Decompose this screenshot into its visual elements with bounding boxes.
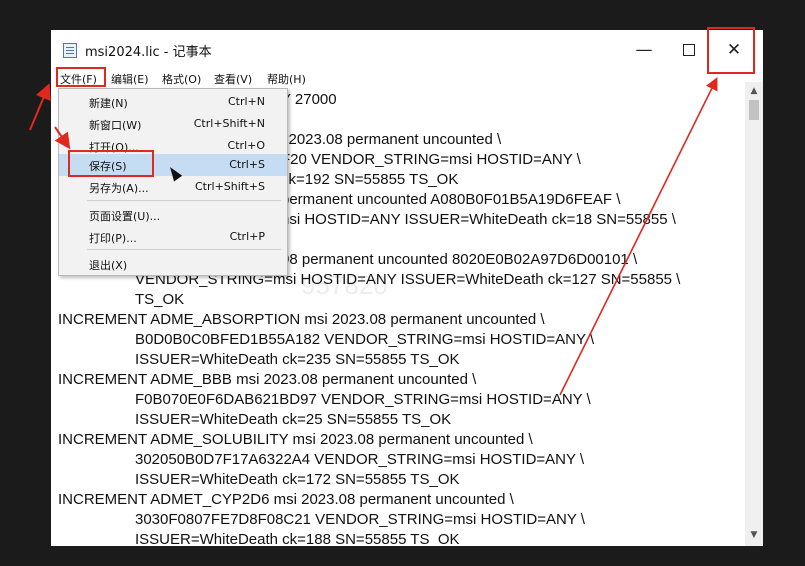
menu-item-label: 打开(O)... <box>89 141 139 154</box>
menu-item-new[interactable]: 新建(N) Ctrl+N <box>59 91 287 113</box>
menu-item-label: 另存为(A)... <box>89 182 149 195</box>
menu-item-new-window[interactable]: 新窗口(W) Ctrl+Shift+N <box>59 113 287 135</box>
text-line: 302050B0D7F17A6322A4 VENDOR_STRING=msi H… <box>135 451 585 468</box>
menu-separator <box>87 249 281 250</box>
menu-item-shortcut: Ctrl+P <box>229 230 265 243</box>
watermark: 957820 <box>301 270 388 300</box>
text-line: B0D0B0C0BFED1B55A182 VENDOR_STRING=msi H… <box>135 331 595 348</box>
text-line: nsi HOSTID=ANY ISSUER=WhiteDeath ck=18 S… <box>281 211 676 228</box>
menu-format[interactable]: 格式(O) <box>162 71 201 89</box>
menu-item-shortcut: Ctrl+S <box>229 158 265 171</box>
scroll-up-icon[interactable]: ▲ <box>745 84 763 98</box>
menu-item-label: 退出(X) <box>89 259 128 272</box>
text-line: F0B070E0F6DAB621BD97 VENDOR_STRING=msi H… <box>135 391 591 408</box>
menu-item-print[interactable]: 打印(P)... Ctrl+P <box>59 226 287 248</box>
text-line: ISSUER=WhiteDeath ck=235 SN=55855 TS_OK <box>135 351 460 368</box>
text-line: F20 VENDOR_STRING=msi HOSTID=ANY \ <box>281 151 581 168</box>
scroll-down-icon[interactable]: ▼ <box>745 528 763 542</box>
close-button[interactable]: ✕ <box>711 30 757 70</box>
text-line: ISSUER=WhiteDeath ck=188 SN=55855 TS_OK <box>135 531 460 546</box>
menu-edit[interactable]: 编辑(E) <box>111 71 149 89</box>
menu-view[interactable]: 查看(V) <box>214 71 252 89</box>
text-line: 08 permanent uncounted 8020E0B02A97D6D00… <box>281 251 638 268</box>
menu-item-shortcut: Ctrl+N <box>227 95 265 108</box>
menu-item-shortcut: Ctrl+Shift+S <box>195 180 265 193</box>
text-line: ISSUER=WhiteDeath ck=172 SN=55855 TS_OK <box>135 471 460 488</box>
menu-item-label: 打印(P)... <box>89 232 137 245</box>
menu-file[interactable]: 文件(F) <box>60 71 97 89</box>
minimize-button[interactable]: — <box>621 30 667 70</box>
scroll-thumb[interactable] <box>749 100 759 120</box>
text-line: INCREMENT ADMET_CYP2D6 msi 2023.08 perma… <box>58 491 514 508</box>
arrow-to-file-menu <box>29 83 51 131</box>
text-line: INCREMENT ADME_BBB msi 2023.08 permanent… <box>58 371 477 388</box>
text-line: ck=192 SN=55855 TS_OK <box>281 171 459 188</box>
maximize-icon <box>683 44 695 56</box>
maximize-button[interactable] <box>666 30 712 70</box>
menu-item-label: 页面设置(U)... <box>89 210 161 223</box>
text-line: INCREMENT ADME_SOLUBILITY msi 2023.08 pe… <box>58 431 533 448</box>
menu-item-label: 保存(S) <box>89 160 127 173</box>
menu-help[interactable]: 帮助(H) <box>267 71 306 89</box>
menu-separator <box>87 200 281 201</box>
text-line: INCREMENT ADME_ABSORPTION msi 2023.08 pe… <box>58 311 545 328</box>
notepad-icon <box>63 43 77 58</box>
file-menu-dropdown: 新建(N) Ctrl+N 新窗口(W) Ctrl+Shift+N 打开(O)..… <box>58 88 288 276</box>
window-title: msi2024.lic - 记事本 <box>85 45 212 60</box>
text-line: permanent uncounted A080B0F01B5A19D6FEAF… <box>281 191 621 208</box>
menu-item-label: 新窗口(W) <box>89 119 142 132</box>
menu-item-page-setup[interactable]: 页面设置(U)... <box>59 204 287 226</box>
menu-item-shortcut: Ctrl+O <box>227 139 265 152</box>
vertical-scrollbar[interactable]: ▲ ▼ <box>745 82 763 546</box>
text-line: Y 27000 <box>281 91 337 108</box>
title-bar[interactable]: msi2024.lic - 记事本 — ✕ <box>51 30 763 70</box>
menu-item-shortcut: Ctrl+Shift+N <box>193 117 265 130</box>
text-line: 3030F0807FE7D8F08C21 VENDOR_STRING=msi H… <box>135 511 585 528</box>
text-line: TS_OK <box>135 291 185 308</box>
menu-bar: 文件(F) 编辑(E) 格式(O) 查看(V) 帮助(H) <box>51 70 763 90</box>
menu-item-exit[interactable]: 退出(X) <box>59 253 287 275</box>
menu-item-label: 新建(N) <box>89 97 128 110</box>
text-line: ISSUER=WhiteDeath ck=25 SN=55855 TS_OK <box>135 411 452 428</box>
text-line: i 2023.08 permanent uncounted \ <box>281 131 502 148</box>
